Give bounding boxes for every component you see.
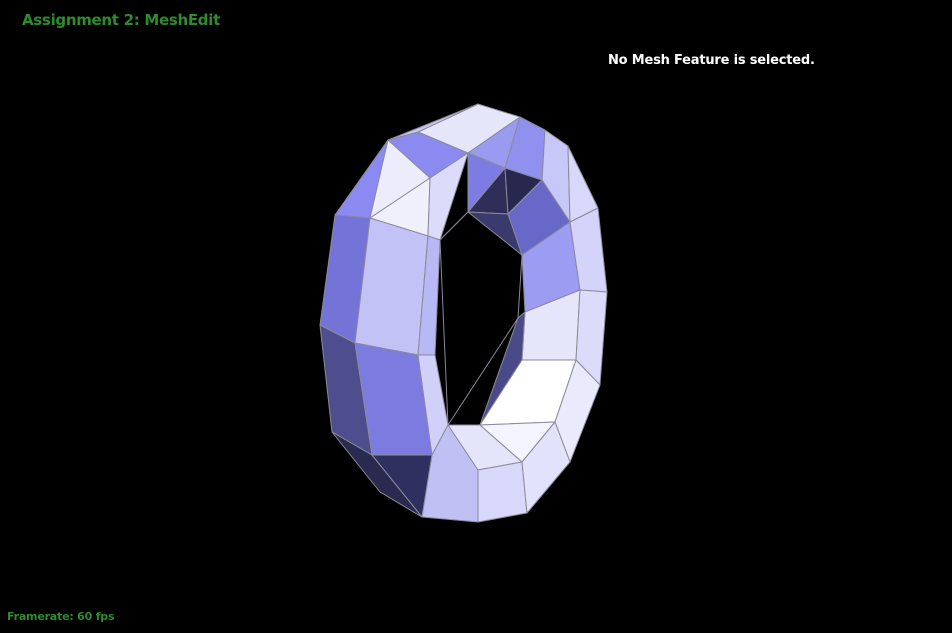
framerate-label: Framerate: 60 fps: [7, 610, 115, 623]
mesh-face[interactable]: [477, 461, 528, 523]
mesh-viewport[interactable]: [0, 0, 952, 633]
torus-mesh[interactable]: [319, 103, 608, 523]
